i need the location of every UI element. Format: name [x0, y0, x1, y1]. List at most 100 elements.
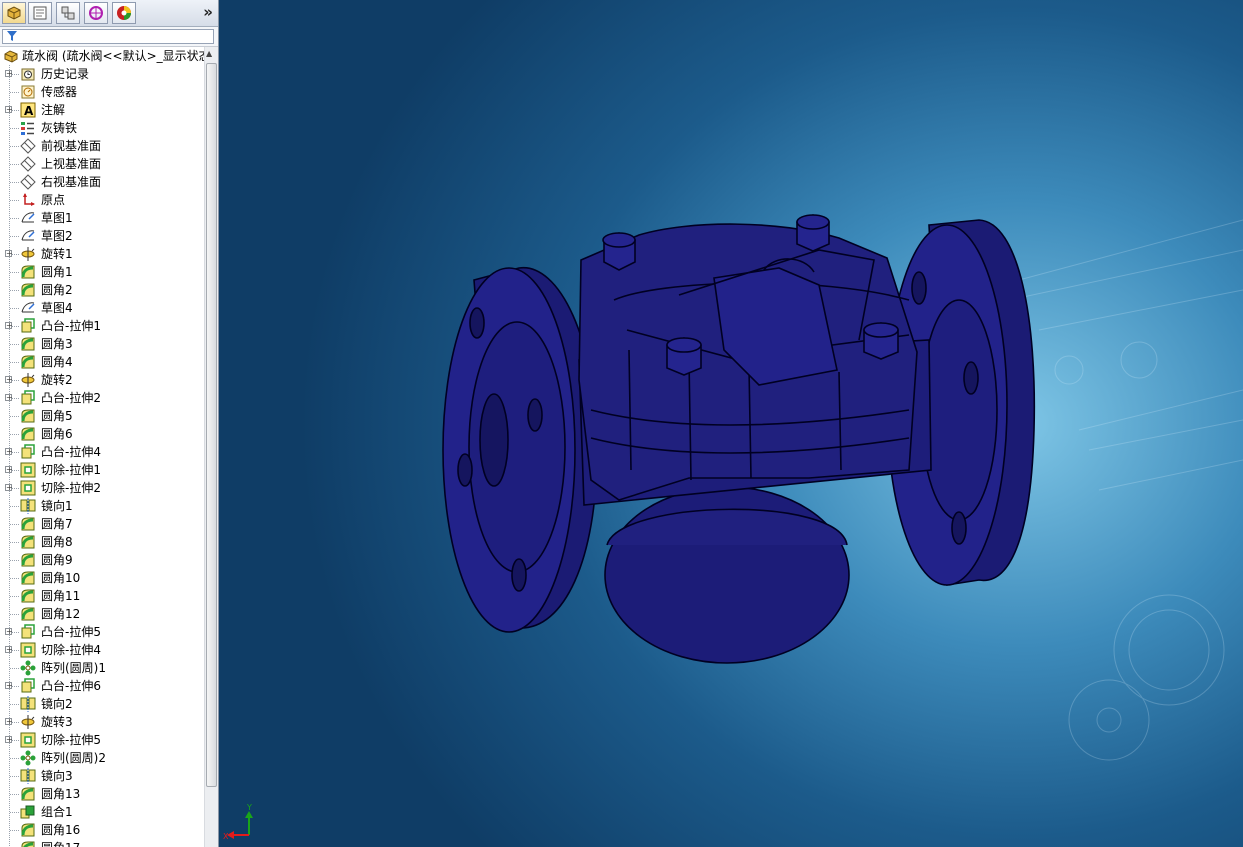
tree-item[interactable]: 圆角4 — [0, 353, 204, 371]
expand-toggle-icon[interactable]: + — [5, 250, 13, 258]
tree-scrollbar[interactable]: ▲ — [204, 47, 218, 847]
dimxpert-manager-tab[interactable] — [84, 2, 108, 24]
tree-item[interactable]: + A 注解 — [0, 101, 204, 119]
tree-item[interactable]: 圆角1 — [0, 263, 204, 281]
tree-item-label: 旋转2 — [41, 373, 73, 387]
origin-icon — [20, 192, 36, 208]
tree-item-label: 草图2 — [41, 229, 73, 243]
tree-item[interactable]: + 凸台-拉伸6 — [0, 677, 204, 695]
tree-item[interactable]: 组合1 — [0, 803, 204, 821]
tree-item-label: 圆角10 — [41, 571, 81, 585]
boss-icon — [20, 678, 36, 694]
tree-item[interactable]: 圆角3 — [0, 335, 204, 353]
tree-item[interactable]: 草图1 — [0, 209, 204, 227]
tree-item[interactable]: 灰铸铁 — [0, 119, 204, 137]
tree-item[interactable]: 圆角10 — [0, 569, 204, 587]
expand-toggle-icon[interactable]: + — [5, 718, 13, 726]
tree-item-label: 历史记录 — [41, 67, 90, 81]
dimxpert-manager-tab-icon — [89, 6, 103, 20]
expand-toggle-icon[interactable]: + — [5, 394, 13, 402]
configuration-manager-tab[interactable] — [56, 2, 80, 24]
property-manager-tab-icon — [33, 6, 47, 20]
tree-item[interactable]: + 凸台-拉伸1 — [0, 317, 204, 335]
material-icon — [20, 120, 36, 136]
tree-item[interactable]: + 切除-拉伸2 — [0, 479, 204, 497]
tree-item[interactable]: 传感器 — [0, 83, 204, 101]
expand-toggle-icon[interactable]: + — [5, 106, 13, 114]
tree-item[interactable]: 镜向3 — [0, 767, 204, 785]
tree-guide-line — [10, 182, 19, 183]
configuration-manager-tab-icon — [61, 6, 75, 20]
tree-item[interactable]: 镜向2 — [0, 695, 204, 713]
tree-item-label: 草图1 — [41, 211, 73, 225]
tree-guide-line — [10, 596, 19, 597]
tree-item[interactable]: 镜向1 — [0, 497, 204, 515]
tree-item[interactable]: 圆角12 — [0, 605, 204, 623]
property-manager-tab[interactable] — [28, 2, 52, 24]
tree-guide-line — [10, 524, 19, 525]
graphics-viewport[interactable]: X Y — [219, 0, 1243, 847]
scroll-up-arrow-icon[interactable]: ▲ — [206, 49, 212, 58]
tree-item[interactable]: 阵列(圆周)1 — [0, 659, 204, 677]
tree-item[interactable]: 草图2 — [0, 227, 204, 245]
tree-item[interactable]: 阵列(圆周)2 — [0, 749, 204, 767]
tree-item[interactable]: 草图4 — [0, 299, 204, 317]
tree-item[interactable]: + 切除-拉伸4 — [0, 641, 204, 659]
tree-item[interactable]: + 旋转1 — [0, 245, 204, 263]
tree-guide-line — [10, 344, 19, 345]
tree-root-item[interactable]: 疏水阀 (疏水阀<<默认>_显示状态 — [0, 47, 204, 65]
tree-item[interactable]: + 凸台-拉伸4 — [0, 443, 204, 461]
expand-toggle-icon[interactable]: + — [5, 376, 13, 384]
tree-item[interactable]: + 切除-拉伸1 — [0, 461, 204, 479]
tree-item-label: 镜向1 — [41, 499, 73, 513]
svg-text:A: A — [24, 104, 34, 118]
filter-input[interactable] — [2, 29, 214, 44]
tree-item[interactable]: 圆角2 — [0, 281, 204, 299]
tree-item[interactable]: + 历史记录 — [0, 65, 204, 83]
tree-item-label: 切除-拉伸2 — [41, 481, 101, 495]
tree-item[interactable]: 圆角5 — [0, 407, 204, 425]
tree-item[interactable]: 圆角7 — [0, 515, 204, 533]
tree-item[interactable]: 圆角9 — [0, 551, 204, 569]
cut-icon — [20, 462, 36, 478]
expand-toggle-icon[interactable]: + — [5, 682, 13, 690]
fillet-icon — [20, 606, 36, 622]
tree-item[interactable]: 圆角17 — [0, 839, 204, 847]
tree-item-label: 圆角9 — [41, 553, 73, 567]
expand-toggle-icon[interactable]: + — [5, 736, 13, 744]
boss-icon — [20, 444, 36, 460]
tree-item[interactable]: 圆角6 — [0, 425, 204, 443]
expand-toggle-icon[interactable]: + — [5, 646, 13, 654]
tree-item[interactable]: 圆角13 — [0, 785, 204, 803]
plane-icon — [20, 156, 36, 172]
tree-item[interactable]: 上视基准面 — [0, 155, 204, 173]
tree-item[interactable]: 前视基准面 — [0, 137, 204, 155]
expand-toggle-icon[interactable]: + — [5, 70, 13, 78]
tree-item[interactable]: 右视基准面 — [0, 173, 204, 191]
expand-toggle-icon[interactable]: + — [5, 448, 13, 456]
tree-guide-line — [10, 200, 19, 201]
fillet-icon — [20, 552, 36, 568]
model-canvas: X Y — [223, 214, 1243, 841]
valve-3d-model[interactable] — [442, 214, 1036, 664]
tree-item[interactable]: 圆角11 — [0, 587, 204, 605]
display-manager-tab[interactable] — [112, 2, 136, 24]
expand-toggle-icon[interactable]: + — [5, 466, 13, 474]
tree-item[interactable]: 圆角16 — [0, 821, 204, 839]
tree-item[interactable]: + 旋转2 — [0, 371, 204, 389]
expand-panel-button[interactable]: » — [203, 3, 213, 21]
tree-item[interactable]: + 凸台-拉伸5 — [0, 623, 204, 641]
feature-tree: 疏水阀 (疏水阀<<默认>_显示状态 + 历史记录 传感器 + A 注解 灰铸铁 前视基准面 上视… — [0, 47, 204, 847]
feature-manager-tab[interactable] — [2, 2, 26, 24]
expand-toggle-icon[interactable]: + — [5, 484, 13, 492]
scrollbar-thumb[interactable] — [206, 63, 217, 787]
tree-item-label: 凸台-拉伸6 — [41, 679, 101, 693]
feature-manager-tab-icon — [7, 6, 21, 20]
expand-toggle-icon[interactable]: + — [5, 322, 13, 330]
tree-item[interactable]: + 凸台-拉伸2 — [0, 389, 204, 407]
tree-item[interactable]: + 旋转3 — [0, 713, 204, 731]
expand-toggle-icon[interactable]: + — [5, 628, 13, 636]
tree-item[interactable]: + 切除-拉伸5 — [0, 731, 204, 749]
tree-item[interactable]: 圆角8 — [0, 533, 204, 551]
tree-item[interactable]: 原点 — [0, 191, 204, 209]
